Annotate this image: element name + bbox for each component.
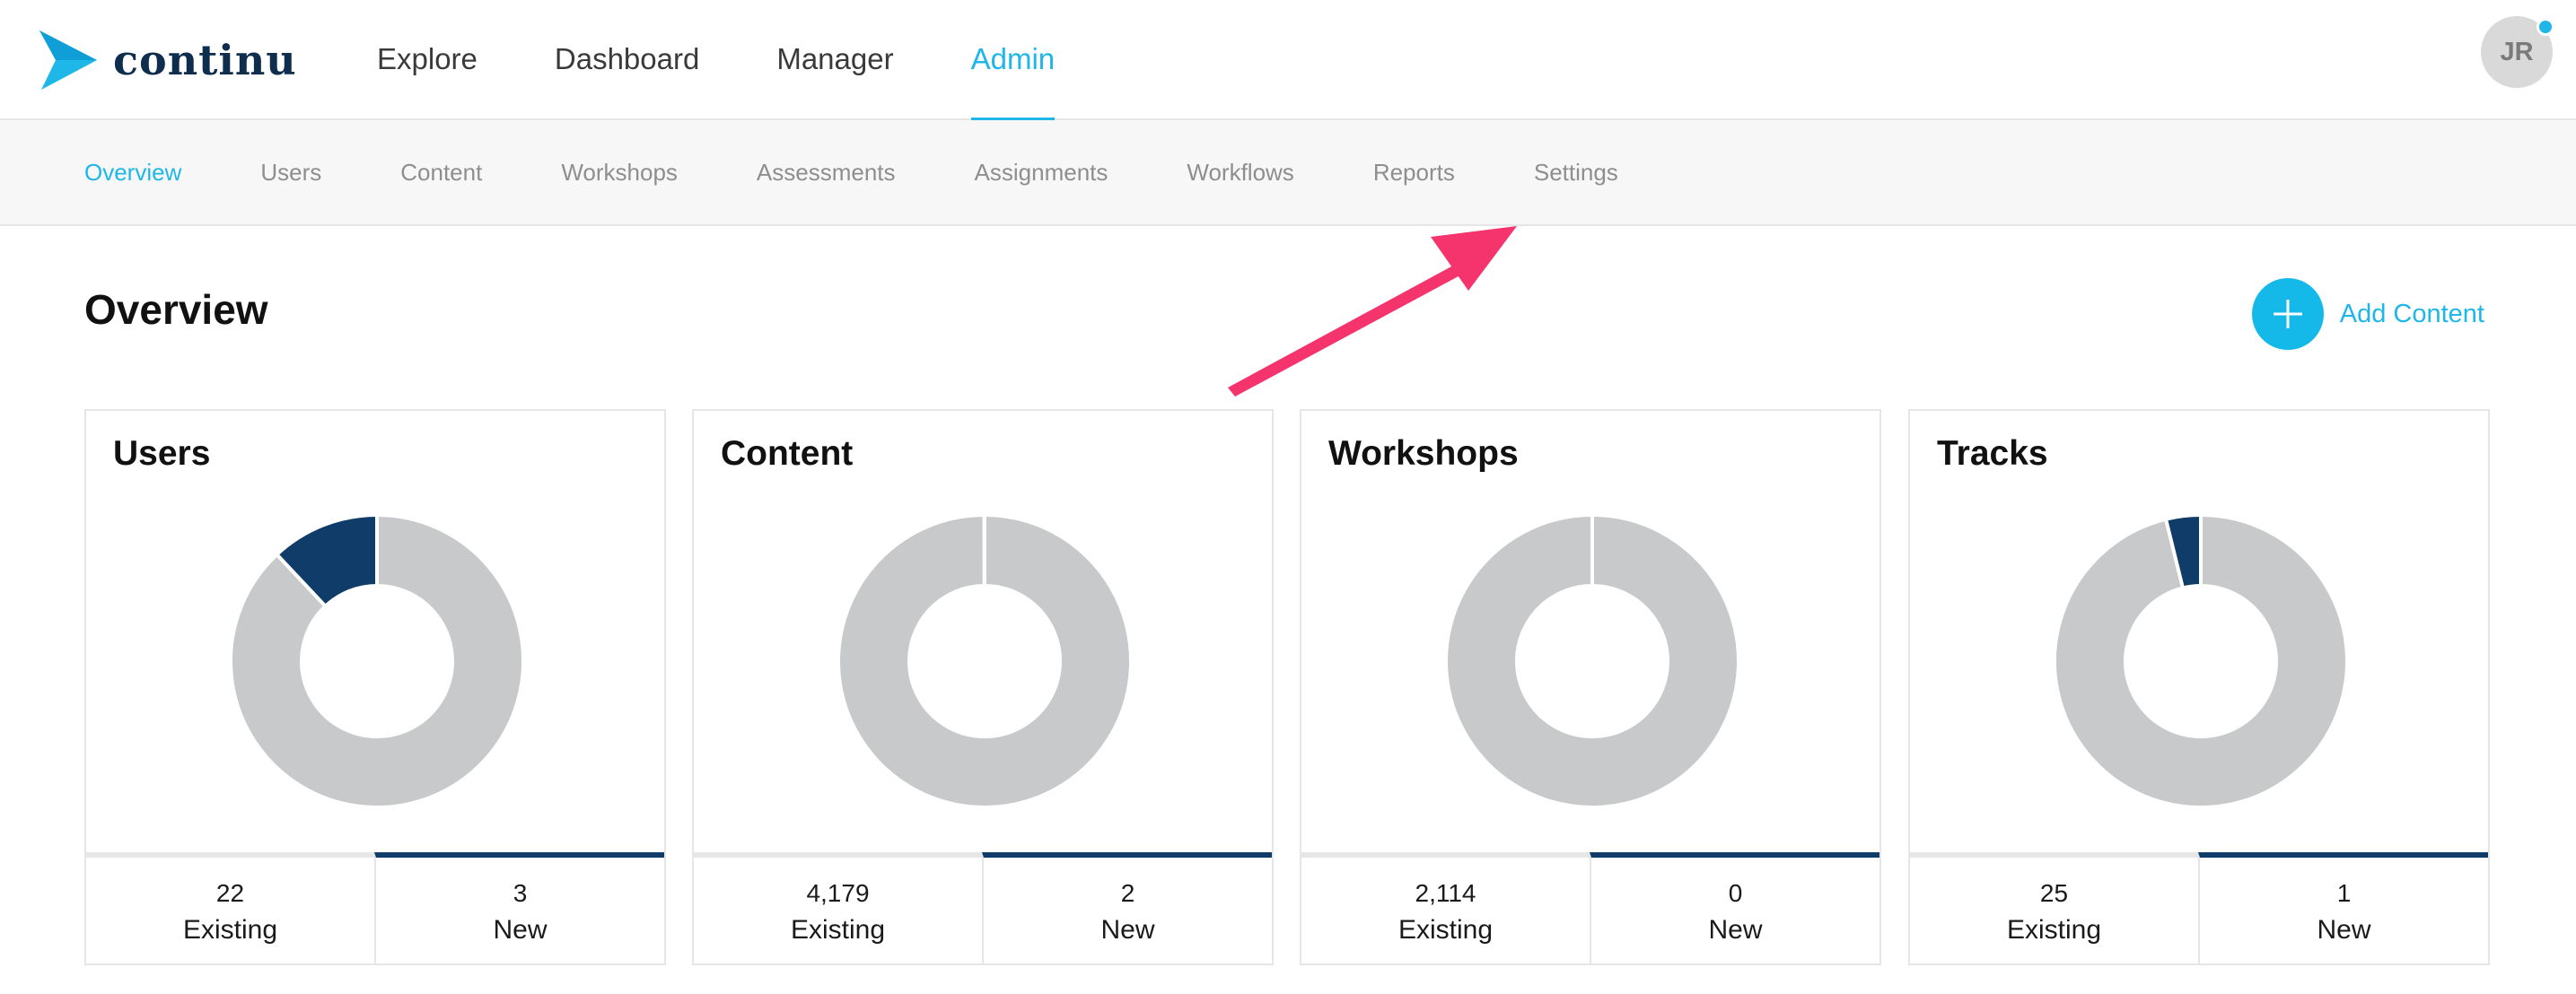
existing-label: Existing	[1398, 915, 1494, 945]
new-label: New	[2317, 915, 2371, 945]
stat-new: 2 New	[982, 852, 1272, 963]
existing-value: 4,179	[806, 879, 870, 907]
logo-text: continu	[113, 36, 297, 84]
card-stats: 4,179 Existing 2 New	[694, 852, 1272, 963]
card-users: Users 22 Existing 3 New	[84, 409, 666, 965]
logo[interactable]: continu	[39, 31, 297, 90]
existing-value: 25	[2039, 879, 2069, 907]
existing-label: Existing	[790, 915, 886, 945]
card-title: Tracks	[1937, 434, 2048, 473]
plus-icon	[2273, 300, 2302, 328]
new-label: New	[1708, 915, 1763, 945]
workshops-donut-chart	[1444, 513, 1740, 809]
existing-label: Existing	[182, 915, 278, 945]
add-content-label[interactable]: Add Content	[2340, 300, 2484, 329]
new-value: 0	[1728, 879, 1743, 907]
existing-value: 22	[215, 879, 245, 907]
new-label: New	[1100, 915, 1155, 945]
admin-sub-nav: Overview Users Content Workshops Assessm…	[0, 120, 2576, 226]
stat-existing: 25 Existing	[1910, 852, 2198, 963]
stat-existing: 22 Existing	[86, 852, 374, 963]
stat-new: 0 New	[1590, 852, 1879, 963]
top-bar: continu Explore Dashboard Manager Admin …	[0, 0, 2576, 122]
card-title: Users	[113, 434, 211, 473]
card-stats: 22 Existing 3 New	[86, 852, 664, 963]
arrow-head	[1431, 226, 1517, 291]
nav-admin[interactable]: Admin	[970, 0, 1055, 122]
new-label: New	[493, 915, 548, 945]
card-stats: 2,114 Existing 0 New	[1301, 852, 1879, 963]
users-donut-chart	[229, 513, 525, 809]
main-nav: Explore Dashboard Manager Admin	[377, 0, 1132, 122]
content-donut-chart	[837, 513, 1133, 809]
subnav-settings[interactable]: Settings	[1534, 159, 1618, 187]
add-content-button[interactable]: Add Content	[2251, 278, 2484, 350]
existing-label: Existing	[2006, 915, 2102, 945]
subnav-users[interactable]: Users	[260, 159, 321, 187]
tracks-donut-chart	[2053, 513, 2349, 809]
card-title: Workshops	[1328, 434, 1519, 473]
nav-manager[interactable]: Manager	[776, 0, 893, 120]
user-avatar[interactable]: JR	[2481, 16, 2554, 88]
subnav-reports[interactable]: Reports	[1373, 159, 1455, 187]
card-tracks: Tracks 25 Existing 1 New	[1908, 409, 2490, 965]
stat-new: 1 New	[2198, 852, 2488, 963]
card-title: Content	[721, 434, 854, 473]
avatar-initials: JR	[2500, 37, 2534, 66]
nav-dashboard[interactable]: Dashboard	[555, 0, 699, 120]
notification-dot	[2537, 18, 2554, 36]
add-content-circle[interactable]	[2251, 278, 2324, 350]
card-stats: 25 Existing 1 New	[1910, 852, 2488, 963]
card-content: Content 4,179 Existing 2 New	[692, 409, 1274, 965]
existing-segment	[229, 513, 525, 809]
overview-cards: Users 22 Existing 3 New Content 4,179 Ex…	[84, 409, 2492, 965]
subnav-workflows[interactable]: Workflows	[1187, 159, 1293, 187]
subnav-overview[interactable]: Overview	[84, 159, 181, 187]
subnav-assignments[interactable]: Assignments	[975, 159, 1108, 187]
card-workshops: Workshops 2,114 Existing 0 New	[1300, 409, 1881, 965]
subnav-workshops[interactable]: Workshops	[561, 159, 678, 187]
existing-segment	[2053, 513, 2349, 809]
nav-explore[interactable]: Explore	[377, 0, 478, 120]
subnav-assessments[interactable]: Assessments	[757, 159, 896, 187]
new-value: 3	[513, 879, 528, 907]
stat-existing: 2,114 Existing	[1301, 852, 1590, 963]
subnav-content[interactable]: Content	[400, 159, 482, 187]
stat-new: 3 New	[374, 852, 664, 963]
new-value: 1	[2336, 879, 2352, 907]
existing-segment	[1444, 513, 1740, 809]
existing-value: 2,114	[1415, 879, 1476, 907]
arrow-shaft	[1228, 260, 1468, 397]
stat-existing: 4,179 Existing	[694, 852, 982, 963]
continu-logo-icon	[39, 31, 97, 90]
page-title: Overview	[84, 286, 268, 333]
existing-segment	[837, 513, 1133, 809]
new-value: 2	[1120, 879, 1135, 907]
